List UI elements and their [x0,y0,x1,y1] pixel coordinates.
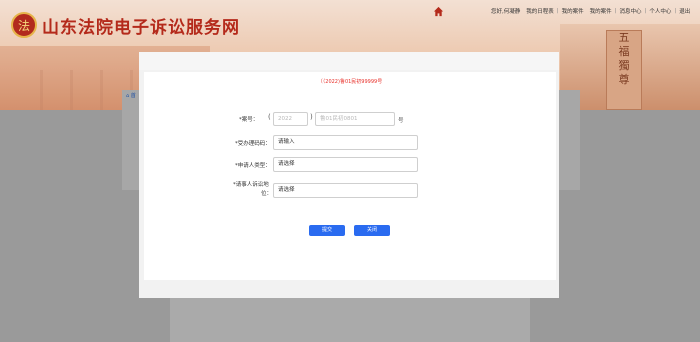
submit-button[interactable]: 提交 [309,225,345,236]
case-code-input[interactable]: 鲁01民初0801 [315,112,395,126]
stele-char: 尊 [618,73,630,86]
nav-my-cases-2[interactable]: 我的案件 [587,7,615,15]
case-number-label: *案号： [239,117,259,123]
case-reference-hint: （（2022)鲁01民初99999号 [317,79,383,85]
home-icon[interactable] [433,6,444,17]
case-dialog: （（2022)鲁01民初99999号 *案号： ( 2022 ) 鲁01民初08… [139,52,559,298]
nav-logout[interactable]: 退出 [676,7,693,15]
applicant-type-select[interactable]: 请选择 [273,157,418,172]
nav-personal-center[interactable]: 个人中心 [646,7,674,15]
stele-illustration: 五 福 獨 尊 [606,30,642,110]
top-navigation: 您好,何凝静 我的日程表 | 我的案件 我的案件 | 消息中心 | 个人中心 |… [488,7,693,15]
emblem-text: 法 [17,18,30,33]
background-bottom-panel [170,296,530,342]
litigation-position-select[interactable]: 请选择 [273,183,418,198]
case-year-input[interactable]: 2022 [273,112,308,126]
stele-char: 福 [618,45,630,58]
close-button[interactable]: 关闭 [354,225,390,236]
user-greeting[interactable]: 您好,何凝静 [488,7,523,15]
dialog-title-bar [139,52,559,70]
litigation-position-label-2: 位： [261,191,273,197]
court-emblem-icon[interactable]: 法 [11,12,37,38]
dialog-form-card: （（2022)鲁01民初99999号 *案号： ( 2022 ) 鲁01民初08… [144,72,556,280]
nav-my-cases[interactable]: 我的案件 [559,7,587,15]
open-paren: ( [268,113,271,121]
breadcrumb-label: 首 [130,93,136,99]
stele-char: 五 [618,31,630,44]
identity-number-input[interactable]: 请输入 [273,135,418,150]
close-paren: ) [310,113,313,121]
case-number-suffix: 号 [398,118,404,124]
background-breadcrumb: ⌂ 首 [126,92,136,99]
home-icon: ⌂ [126,93,130,99]
site-title[interactable]: 山东法院电子诉讼服务网 [42,13,240,38]
applicant-type-label: *申请人类型： [235,163,271,169]
litigation-position-label: *请事人诉讼地 [233,182,269,188]
stele-char: 獨 [618,59,630,72]
identity-number-label: *受办理码码： [235,141,271,147]
nav-schedule[interactable]: 我的日程表 [523,7,557,15]
nav-message-center[interactable]: 消息中心 [617,7,645,15]
